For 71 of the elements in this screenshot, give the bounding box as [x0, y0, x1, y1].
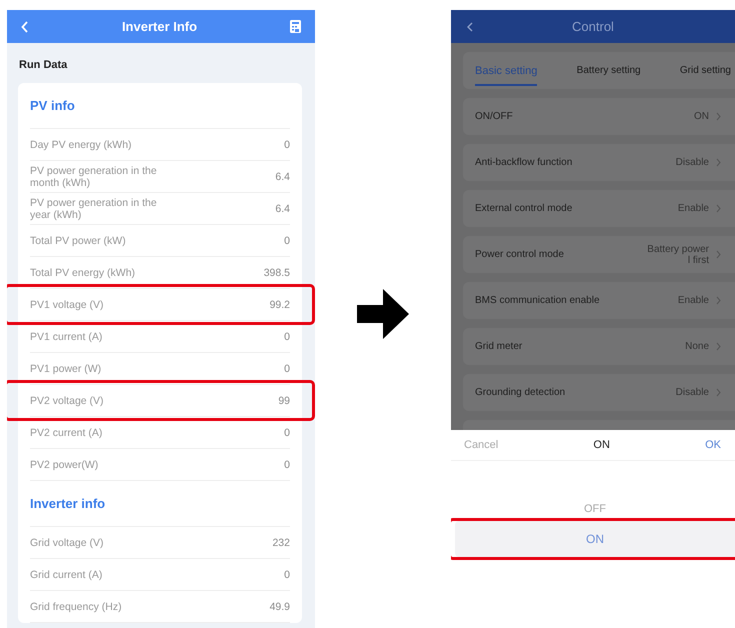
setting-row[interactable]: Anti-backflow function Disable [463, 144, 735, 181]
data-label: PV2 power(W) [30, 458, 98, 470]
data-label: PV power generation in the year (kWh) [30, 196, 158, 220]
data-value: 0 [284, 362, 290, 374]
screen-title: Inverter Info [122, 19, 198, 34]
picker-title: ON [593, 439, 610, 451]
data-label: Total PV energy (kWh) [30, 266, 136, 278]
setting-label: Anti-backflow function [475, 157, 572, 168]
setting-label: Grounding detection [475, 387, 566, 398]
setting-value: Enable [678, 203, 709, 214]
right-arrow-icon [357, 289, 409, 339]
back-icon[interactable] [467, 22, 473, 32]
settings-tab[interactable]: Battery setting [576, 56, 641, 85]
chevron-right-icon [716, 112, 721, 121]
setting-row[interactable]: Power control mode Battery power l first [463, 236, 735, 273]
data-label: Grid voltage (V) [30, 536, 104, 548]
data-label: Grid frequency (Hz) [30, 600, 122, 612]
setting-row[interactable]: External control mode Enable [463, 190, 735, 227]
data-value: 232 [272, 536, 290, 548]
data-label: PV1 power (W) [30, 362, 102, 374]
data-label: Grid current (A) [30, 568, 102, 580]
data-value: 0 [284, 330, 290, 342]
data-value: 0 [284, 458, 290, 470]
cancel-button[interactable]: Cancel [464, 439, 498, 451]
data-value: 0 [284, 426, 290, 438]
data-label: Day PV energy (kWh) [30, 138, 132, 150]
group-title: PV info [30, 83, 290, 129]
chevron-right-icon [716, 158, 721, 167]
settings-tab[interactable]: Grid setting [680, 56, 731, 85]
picker-option[interactable]: OFF [455, 497, 735, 521]
data-value: 49.9 [270, 600, 290, 612]
ok-button[interactable]: OK [705, 439, 721, 451]
setting-row[interactable]: ON/OFF ON [463, 98, 735, 135]
setting-label: ON/OFF [475, 111, 513, 122]
chevron-right-icon [716, 342, 721, 351]
setting-value: Disable [676, 157, 709, 168]
screen-title: Control [572, 19, 614, 34]
data-value: 99.2 [270, 298, 290, 310]
data-value: 6.4 [275, 202, 290, 214]
data-label: PV1 current (A) [30, 330, 102, 342]
setting-row[interactable]: BMS communication enable Enable [463, 282, 735, 319]
data-label: PV2 current (A) [30, 426, 102, 438]
setting-value: Enable [678, 295, 709, 306]
setting-value: Disable [676, 387, 709, 398]
chevron-right-icon [716, 204, 721, 213]
data-value: 0 [284, 138, 290, 150]
group-title: Inverter info [30, 481, 290, 527]
setting-row[interactable]: Grounding detection Disable [463, 374, 735, 411]
setting-value: ON [694, 111, 709, 122]
chevron-right-icon [716, 388, 721, 397]
data-value: 0 [284, 234, 290, 246]
setting-label: Grid meter [475, 341, 522, 352]
settings-tab[interactable]: Basic setting [475, 56, 538, 86]
report-icon[interactable] [290, 20, 301, 33]
data-label: PV1 voltage (V) [30, 298, 104, 310]
setting-label: BMS communication enable [475, 295, 600, 306]
data-value: 99 [278, 394, 290, 406]
setting-row[interactable]: Grid meter None [463, 328, 735, 365]
setting-value: Battery power l first [646, 244, 709, 266]
data-value: 398.5 [264, 266, 290, 278]
chevron-right-icon [716, 250, 721, 259]
section-heading: Run Data [18, 58, 68, 73]
data-label: PV power generation in the month (kWh) [30, 164, 158, 188]
data-value: 6.4 [275, 170, 290, 182]
setting-label: Power control mode [475, 249, 564, 260]
setting-label: External control mode [475, 203, 572, 214]
data-value: 0 [284, 568, 290, 580]
data-label: Total PV power (kW) [30, 234, 126, 246]
chevron-right-icon [716, 296, 721, 305]
data-label: PV2 voltage (V) [30, 394, 104, 406]
setting-value: None [685, 341, 709, 352]
